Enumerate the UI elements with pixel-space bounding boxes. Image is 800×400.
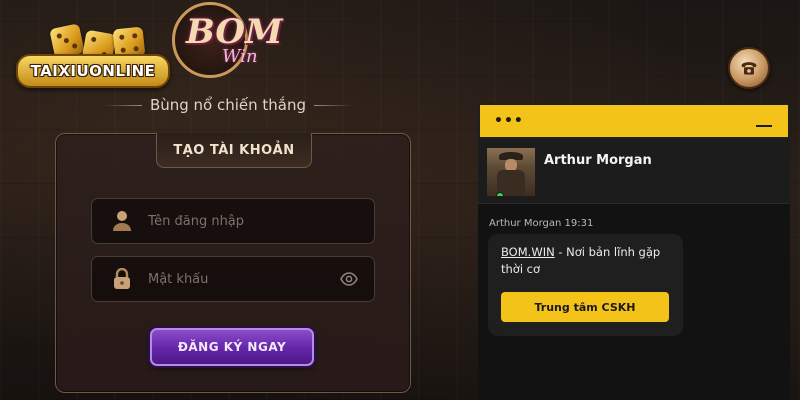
online-status-icon	[497, 193, 503, 196]
chat-header: •••	[478, 103, 790, 139]
message-meta: Arthur Morgan 19:31	[489, 218, 594, 229]
chat-menu-button[interactable]: •••	[494, 113, 524, 129]
tagline-divider-left	[104, 104, 142, 106]
taixiuonline-logo-text: TAIXIUONLINE	[30, 62, 156, 80]
taixiuonline-logo: TAIXIUONLINE	[14, 20, 170, 92]
bomwin-logo: BOM Win	[172, 2, 292, 82]
register-card-header: TẠO TÀI KHOẢN	[156, 133, 312, 168]
agent-avatar	[487, 148, 535, 196]
taixiuonline-logo-plate: TAIXIUONLINE	[16, 54, 170, 88]
bomwin-logo-subtext: Win	[222, 46, 258, 67]
register-submit-button[interactable]: ĐĂNG KÝ NGAY	[150, 328, 314, 366]
tagline: Bùng nổ chiến thắng	[104, 94, 352, 116]
password-field[interactable]	[91, 256, 375, 302]
register-card: TẠO TÀI KHOẢN ĐĂNG KÝ NGAY	[55, 133, 411, 393]
tagline-divider-right	[314, 104, 352, 106]
phone-button[interactable]	[728, 47, 770, 89]
register-title: TẠO TÀI KHOẢN	[173, 142, 295, 158]
agent-name: Arthur Morgan	[544, 153, 652, 168]
chat-widget: ••• Arthur Morgan Arthur Morgan 19:31 BO…	[478, 103, 790, 400]
username-field[interactable]	[91, 198, 375, 244]
lock-icon	[114, 268, 130, 289]
chat-agent-row: Arthur Morgan	[478, 139, 790, 204]
user-icon	[113, 211, 131, 231]
phone-icon	[741, 62, 757, 75]
chat-minimize-button[interactable]	[756, 125, 772, 127]
chat-message-text: BOM.WIN - Nơi bản lĩnh gặp thời cơ	[501, 244, 670, 278]
chat-message-bubble: BOM.WIN - Nơi bản lĩnh gặp thời cơ Trung…	[488, 234, 683, 336]
username-input[interactable]	[146, 212, 374, 230]
tagline-text: Bùng nổ chiến thắng	[149, 96, 307, 114]
eye-icon[interactable]	[340, 272, 358, 286]
password-input[interactable]	[146, 270, 340, 288]
bomwin-link[interactable]: BOM.WIN	[501, 245, 555, 259]
customer-care-button[interactable]: Trung tâm CSKH	[501, 292, 669, 322]
